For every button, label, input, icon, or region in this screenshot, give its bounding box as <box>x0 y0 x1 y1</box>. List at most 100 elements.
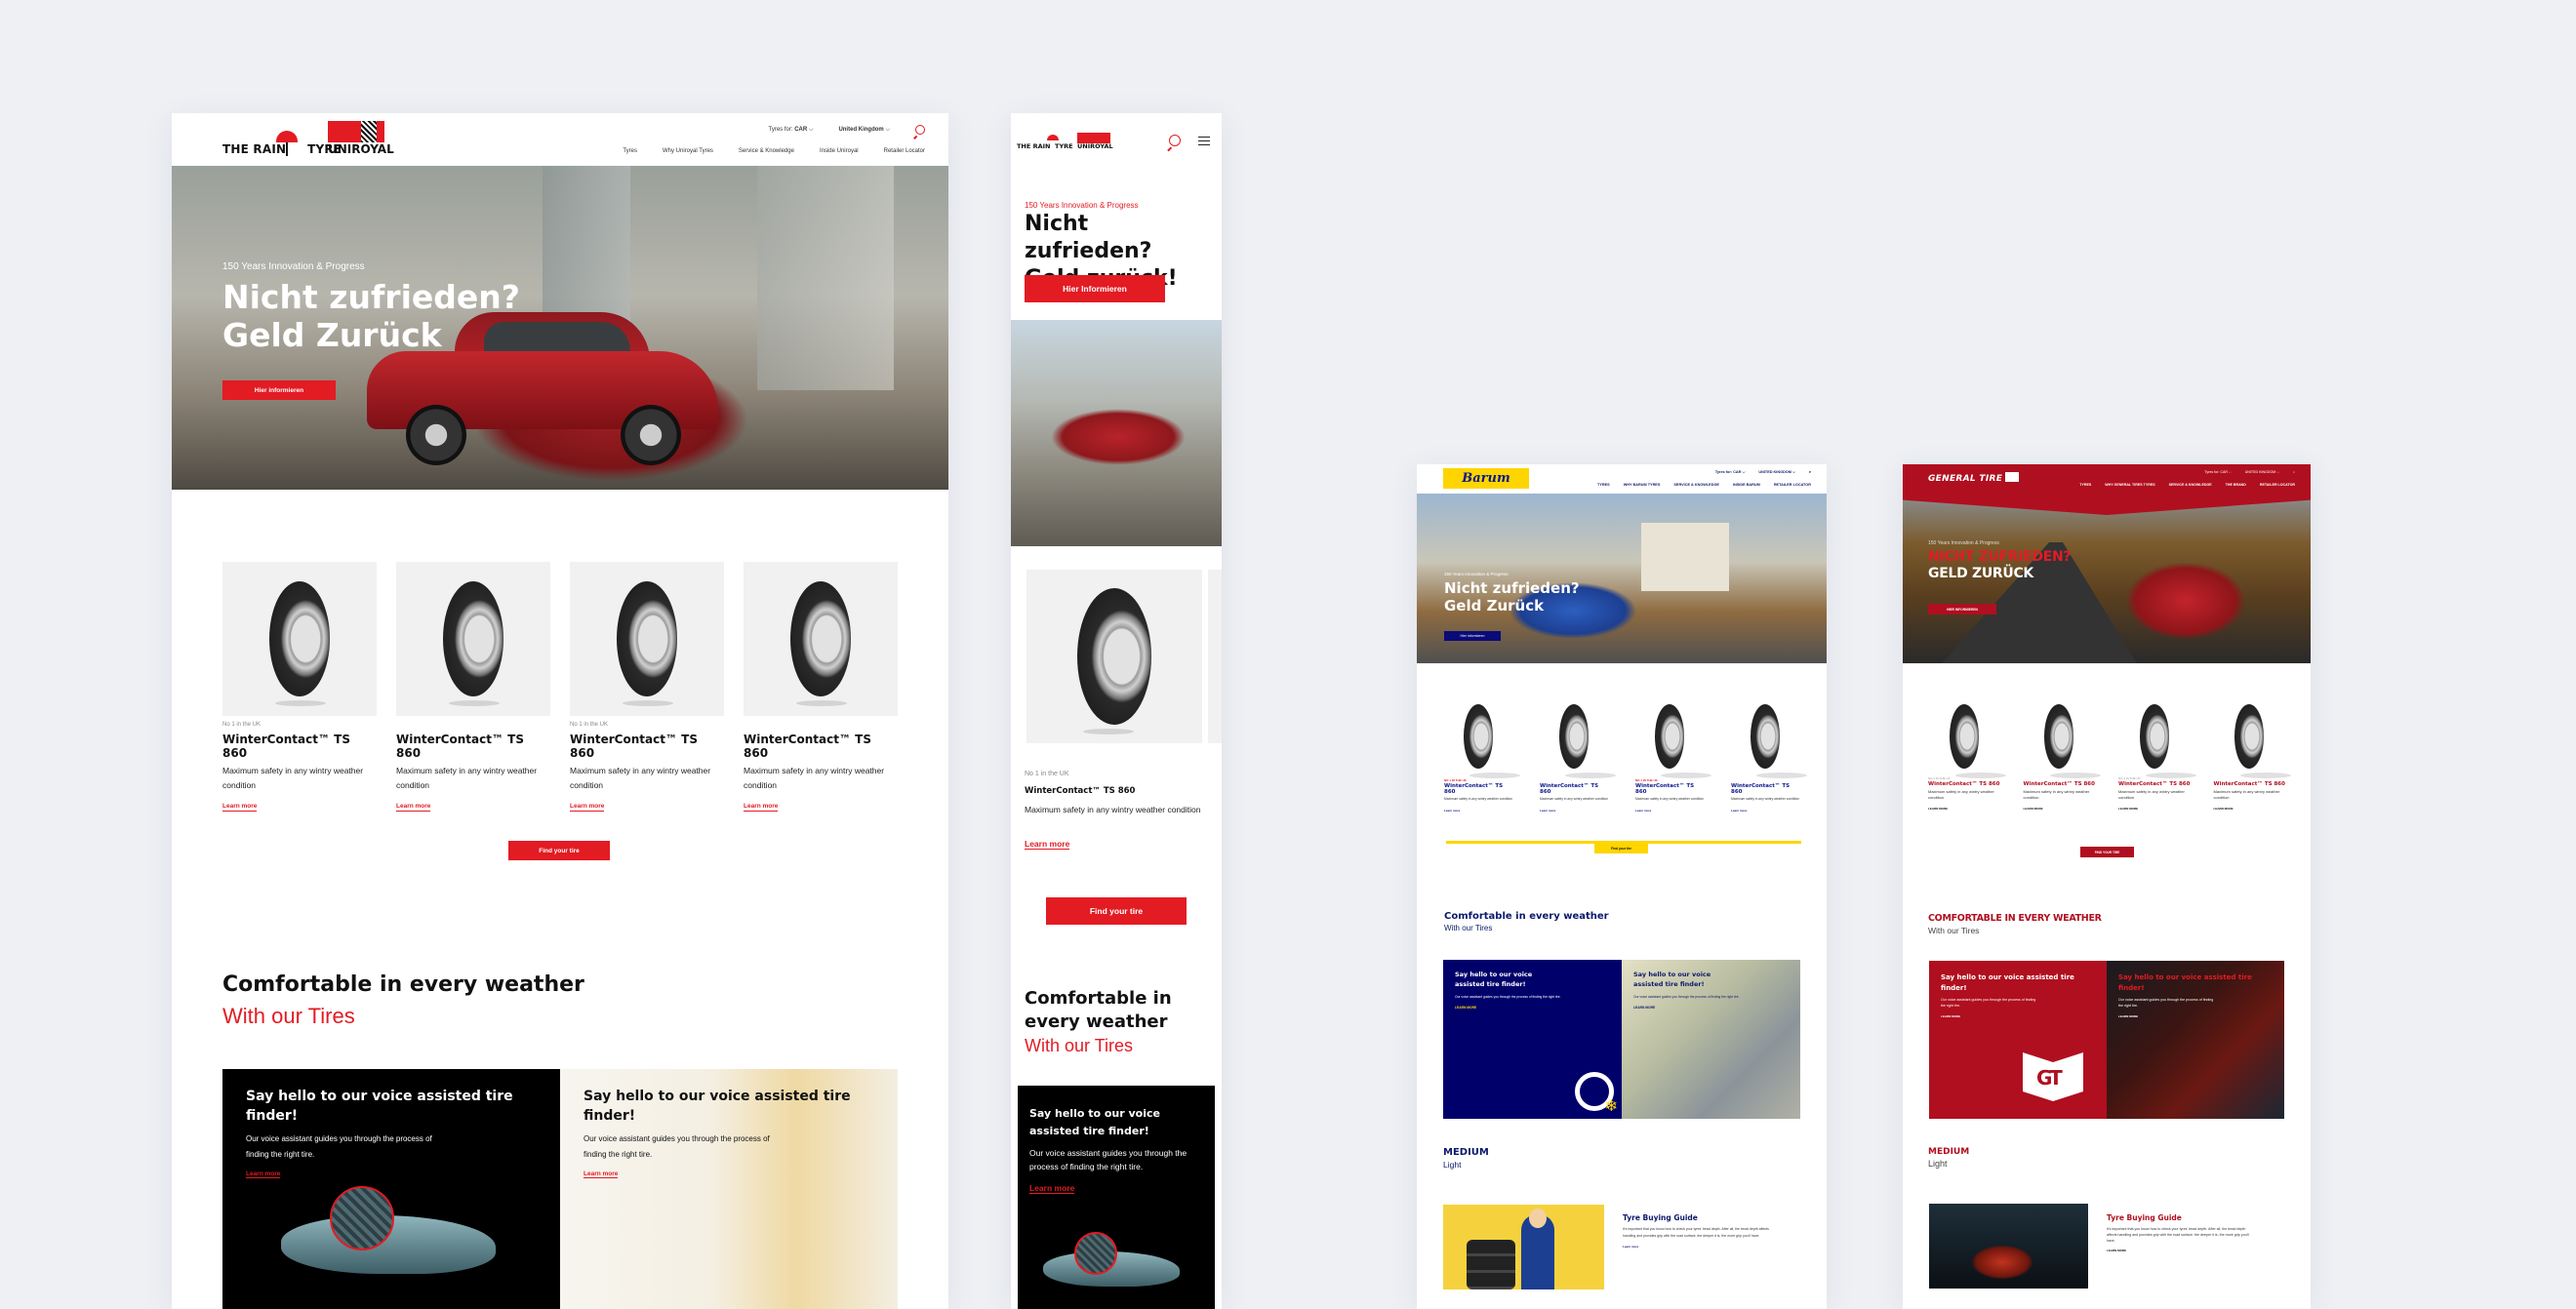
nav-item-inside[interactable]: INSIDE BARUM <box>1733 483 1760 487</box>
nav-item-service[interactable]: Service & Knowledge <box>739 148 794 154</box>
product-card[interactable]: No 1 in the UK WinterContact™ TS 860 Max… <box>222 562 377 813</box>
product-desc: Maximum safety in any wintry weather con… <box>222 766 364 790</box>
site-header: THE RAIN TYRE UNIROYAL Tyres for: CAR ⌵ … <box>172 113 948 166</box>
product-list: NO 1 IN THE UK WinterContact™ TS 860 Maxim… <box>1444 704 1807 813</box>
gt-logo-icon: GT <box>2023 1052 2083 1101</box>
product-name: WinterContact™ TS 860 <box>2213 781 2285 787</box>
search-icon[interactable]: ⌕ <box>2293 470 2295 474</box>
hero-cta-button[interactable]: Hier Informieren <box>1025 275 1165 302</box>
promo-title: Say hello to our voice assisted tire fin… <box>1029 1107 1160 1137</box>
promo-card-image: Say hello to our voice assisted tire fin… <box>1622 960 1800 1119</box>
tyres-for-selector[interactable]: Tyres for: CAR ⌵ <box>769 127 814 134</box>
nav-item-why-general[interactable]: WHY GENERAL TIRES TYRES <box>2105 483 2154 487</box>
uniroyal-logo[interactable]: THE RAIN TYRE UNIROYAL <box>1017 133 1113 150</box>
product-desc: Maximum safety in any wintry weather con… <box>2118 789 2185 800</box>
product-card[interactable]: WinterContact™ TS 860 Maximum safety in a… <box>1731 704 1807 813</box>
tire-image[interactable] <box>1026 570 1202 743</box>
hamburger-menu-icon[interactable] <box>1198 137 1210 145</box>
country-selector[interactable]: UNITED KINGDOM ⌵ <box>2245 470 2279 474</box>
learn-more-link[interactable]: Learn more <box>744 803 779 812</box>
learn-more-link[interactable]: Learn more <box>1635 809 1704 813</box>
tread-magnifier-image <box>330 1186 394 1250</box>
section-subtitle: With our Tires <box>222 1004 355 1028</box>
product-card[interactable]: WinterContact™ TS 860 Maximum safety in a… <box>1540 704 1616 813</box>
hero-cta-button[interactable]: HIER INFORMIEREN <box>1928 604 1996 615</box>
section-subtitle: Light <box>1443 1160 1462 1170</box>
nav-item-service[interactable]: SERVICE & KNOWLEDGE <box>2169 483 2212 487</box>
learn-more-link[interactable]: LEARN MORE <box>2118 1014 2273 1018</box>
learn-more-link[interactable]: Learn more <box>396 803 431 812</box>
find-your-tire-button[interactable]: Find your tire <box>1594 843 1648 853</box>
learn-more-link[interactable]: LEARN MORE <box>2214 807 2286 811</box>
showcase-canvas: THE RAIN TYRE UNIROYAL Tyres for: CAR ⌵ … <box>0 0 2576 1309</box>
general-tire-logo[interactable]: GENERAL TIRE <box>1928 472 2020 484</box>
nav-item-tyres[interactable]: TYRES <box>1597 483 1610 487</box>
country-selector[interactable]: UNITED KINGDOM ⌵ <box>1758 470 1795 474</box>
find-your-tire-button[interactable]: FIND YOUR TIRE <box>2080 847 2134 857</box>
learn-more-link[interactable]: Learn more <box>570 803 605 812</box>
logo-text-rain: THE RAIN TYRE <box>1017 142 1073 150</box>
nav-item-retailer[interactable]: RETAILER LOCATOR <box>1774 483 1811 487</box>
learn-more-link[interactable]: Learn more <box>1029 1183 1075 1194</box>
learn-more-link[interactable]: Learn more <box>1731 809 1799 813</box>
product-tag <box>744 722 898 731</box>
product-card[interactable]: NO 1 IN THE UK WinterContact™ TS 860 Maxim… <box>1928 704 2006 811</box>
product-card[interactable]: NO 1 IN THE UK WinterContact™ TS 860 Maxim… <box>2118 704 2196 811</box>
nav-item-brand[interactable]: THE BRAND <box>2226 483 2246 487</box>
logo-text-brand: UNIROYAL <box>1077 142 1113 150</box>
search-icon[interactable] <box>915 125 925 135</box>
tyres-for-selector[interactable]: Tyres for: CAR ⌵ <box>1715 470 1745 474</box>
section-title: Comfortable in every weather <box>1025 988 1172 1032</box>
hero-banner: 150 Years Innovation & Progress Nicht zu… <box>172 166 948 490</box>
learn-more-link[interactable]: Learn more <box>1540 809 1608 813</box>
learn-more-link[interactable]: LEARN MORE <box>1633 1006 1789 1010</box>
nav-item-inside[interactable]: Inside Uniroyal <box>820 148 859 154</box>
search-icon[interactable]: ⌕ <box>1809 470 1811 474</box>
learn-more-link[interactable]: Learn more <box>222 803 258 812</box>
learn-more-link[interactable]: LEARN MORE <box>1941 1014 2095 1018</box>
find-your-tire-button[interactable]: Find your tire <box>1046 897 1187 925</box>
tyres-for-selector[interactable]: Tyres for: CAR ⌵ <box>2204 470 2231 474</box>
promo-title: Say hello to our voice assisted tire fin… <box>2118 973 2252 992</box>
product-card[interactable]: NO 1 IN THE UK WinterContact™ TS 860 Maxim… <box>1444 704 1520 813</box>
nav-item-tyres[interactable]: TYRES <box>2079 483 2091 487</box>
hero-cta-button[interactable]: Hier informieren <box>1444 631 1501 641</box>
logo-text-rain: THE RAIN TYRE <box>222 142 342 156</box>
promo-row: Say hello to our voice assisted tire fin… <box>222 1069 898 1309</box>
product-card[interactable]: WinterContact™ TS 860 Maximum safety in a… <box>2213 704 2292 811</box>
learn-more-link[interactable]: LEARN MORE <box>2118 807 2191 811</box>
country-selector[interactable]: United Kingdom ⌵ <box>838 127 890 134</box>
learn-more-link[interactable]: Learn more <box>246 1170 281 1178</box>
next-tire-card-peek[interactable] <box>1208 570 1222 743</box>
learn-more-link[interactable]: Learn more <box>1444 809 1512 813</box>
learn-more-link[interactable]: LEARN MORE <box>2024 807 2096 811</box>
barum-logo[interactable]: Barum <box>1443 468 1529 489</box>
product-card[interactable]: NO 1 IN THE UK WinterContact™ TS 860 Maxim… <box>1635 704 1711 813</box>
tire-image <box>1559 704 1616 778</box>
learn-more-link[interactable]: LEARN MORE <box>1928 807 2000 811</box>
product-card[interactable]: WinterContact™ TS 860 Maximum safety in … <box>744 562 898 813</box>
main-nav: TYRES WHY BARUM TYRES SERVICE & KNOWLEDG… <box>1597 483 1811 487</box>
nav-item-retailer[interactable]: Retailer Locator <box>884 148 925 154</box>
learn-more-link[interactable]: Learn more <box>1025 839 1070 850</box>
night-car-image <box>1929 1204 2088 1289</box>
promo-card-navy: Say hello to our voice assisted tire fin… <box>1443 960 1622 1119</box>
find-your-tire-button[interactable]: Find your tire <box>508 841 610 860</box>
hero-cta-button[interactable]: Hier informieren <box>222 380 336 400</box>
uniroyal-logo[interactable]: THE RAIN TYRE UNIROYAL <box>222 121 394 160</box>
nav-item-why-uniroyal[interactable]: Why Uniroyal Tyres <box>663 148 713 154</box>
search-icon[interactable] <box>1169 135 1181 146</box>
section-heading: MEDIUM Light <box>1443 1147 1489 1170</box>
nav-item-why-barum[interactable]: WHY BARUM TYRES <box>1624 483 1661 487</box>
learn-more-link[interactable]: Learn more <box>1623 1245 1771 1249</box>
nav-item-tyres[interactable]: Tyres <box>623 148 637 154</box>
product-card[interactable]: WinterContact™ TS 860 Maximum safety in a… <box>2024 704 2102 811</box>
nav-item-service[interactable]: SERVICE & KNOWLEDGE <box>1673 483 1719 487</box>
learn-more-link[interactable]: LEARN MORE <box>2107 1249 2253 1252</box>
nav-item-retailer[interactable]: RETAILER LOCATOR <box>2260 483 2295 487</box>
promo-body: Our voice assistant guides you through t… <box>1029 1148 1187 1171</box>
learn-more-link[interactable]: LEARN MORE <box>1455 1006 1610 1010</box>
product-card[interactable]: No 1 in the UK WinterContact™ TS 860 Max… <box>570 562 724 813</box>
product-card[interactable]: WinterContact™ TS 860 Maximum safety in … <box>396 562 550 813</box>
learn-more-link[interactable]: Learn more <box>584 1170 619 1178</box>
